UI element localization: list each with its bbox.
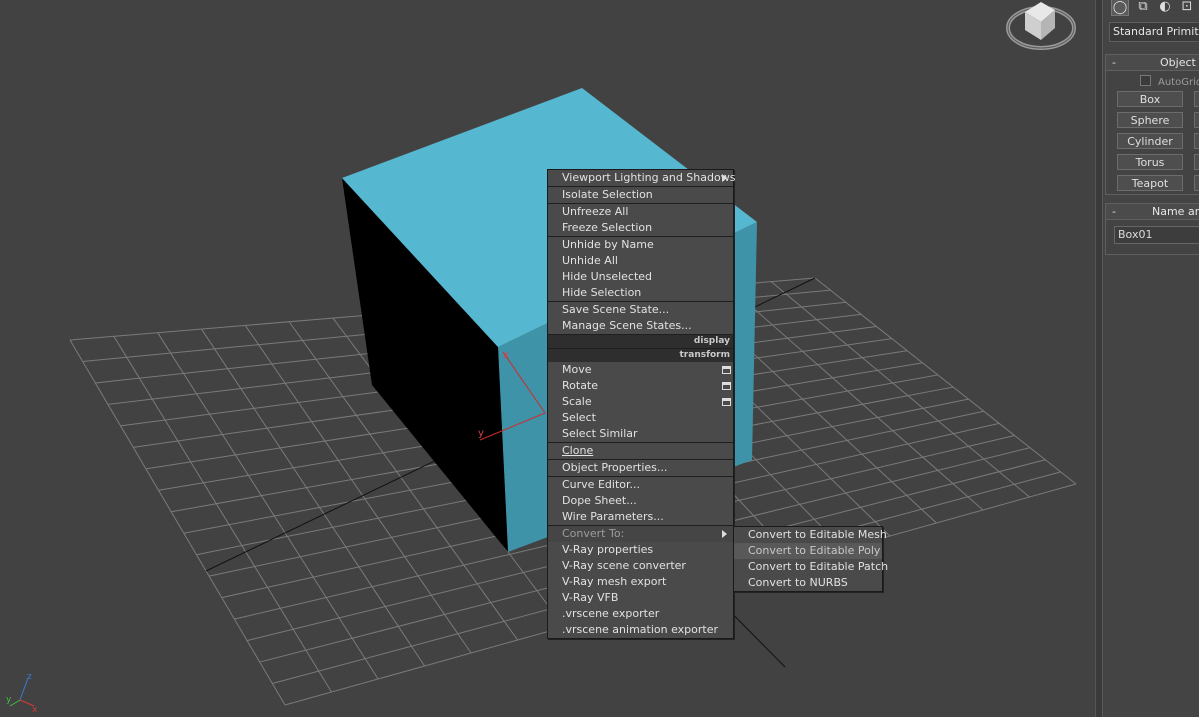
teapot-button[interactable]: Teapot <box>1117 175 1183 191</box>
tripod-z-label: z <box>27 672 32 682</box>
viewcube[interactable] <box>1005 0 1077 56</box>
tripod-y-label: y <box>6 695 12 705</box>
command-panel-tabs: ◯ ⧉ ◐ ⊡ <box>1111 0 1195 16</box>
menu-save-scene-state[interactable]: Save Scene State... <box>548 302 733 318</box>
lights-icon[interactable]: ◐ <box>1157 0 1173 14</box>
grid-line <box>69 339 286 706</box>
collapse-icon[interactable]: - <box>1112 55 1116 70</box>
sphere-button[interactable]: Sphere <box>1117 112 1183 128</box>
gizmo-y-label: y <box>478 428 484 439</box>
pyramid-button[interactable] <box>1194 154 1199 170</box>
axis-tripod: z y x <box>6 672 38 712</box>
quad-label-transform: transform <box>548 348 733 362</box>
submenu-arrow-icon <box>722 530 727 538</box>
options-box-icon[interactable] <box>722 398 731 406</box>
plane-button[interactable] <box>1194 175 1199 191</box>
menu-clone[interactable]: Clone <box>548 443 733 459</box>
object-type-rollout: - Object Type AutoGrid Box Sphere Cylind… <box>1105 54 1199 195</box>
grid-line <box>157 332 379 680</box>
object-type-header[interactable]: - Object Type <box>1106 55 1199 71</box>
cameras-icon[interactable]: ⊡ <box>1179 0 1195 14</box>
collapse-icon[interactable]: - <box>1112 204 1116 219</box>
menu-curve-editor[interactable]: Curve Editor... <box>548 477 733 493</box>
menu-convert-editable-patch[interactable]: Convert to Editable Patch <box>734 559 888 575</box>
perspective-viewport[interactable]: x y z y x Viewport Lighting and Shadows … <box>0 0 1096 717</box>
menu-wire-parameters[interactable]: Wire Parameters... <box>548 509 733 525</box>
convert-to-submenu: Convert to Editable Mesh Convert to Edit… <box>733 526 888 592</box>
quad-menu: Viewport Lighting and Shadows Isolate Se… <box>547 169 735 639</box>
gizmo-x-label: x <box>503 350 509 361</box>
category-dropdown[interactable]: Standard Primitives <box>1109 22 1199 42</box>
menu-vray-scene-converter[interactable]: V-Ray scene converter <box>548 558 733 574</box>
menu-select[interactable]: Select <box>548 410 733 426</box>
name-color-rollout: - Name and Color Box01 <box>1105 203 1199 255</box>
torus-button[interactable]: Torus <box>1117 154 1183 170</box>
menu-convert-nurbs[interactable]: Convert to NURBS <box>734 575 882 591</box>
menu-convert-to[interactable]: Convert To: <box>548 526 733 542</box>
box-button[interactable]: Box <box>1117 91 1183 107</box>
cylinder-button[interactable]: Cylinder <box>1117 133 1183 149</box>
cone-button[interactable] <box>1194 91 1199 107</box>
menu-dope-sheet[interactable]: Dope Sheet... <box>548 493 733 509</box>
menu-scale[interactable]: Scale <box>548 394 733 410</box>
menu-vray-properties[interactable]: V-Ray properties <box>548 542 733 558</box>
tube-button[interactable] <box>1194 133 1199 149</box>
tripod-x-label: x <box>32 705 38 712</box>
menu-unhide-all[interactable]: Unhide All <box>548 253 733 269</box>
menu-vray-vfb[interactable]: V-Ray VFB <box>548 590 733 606</box>
menu-rotate[interactable]: Rotate <box>548 378 733 394</box>
menu-hide-unselected[interactable]: Hide Unselected <box>548 269 733 285</box>
menu-unhide-by-name[interactable]: Unhide by Name <box>548 237 733 253</box>
object-name-input[interactable]: Box01 <box>1114 226 1199 244</box>
submenu-arrow-icon <box>722 174 727 182</box>
menu-select-similar[interactable]: Select Similar <box>548 426 733 442</box>
options-box-icon[interactable] <box>722 382 731 390</box>
menu-convert-editable-mesh[interactable]: Convert to Editable Mesh <box>734 527 887 543</box>
grid-line <box>727 284 984 511</box>
geometry-sphere-icon[interactable]: ◯ <box>1111 0 1129 16</box>
menu-freeze-selection[interactable]: Freeze Selection <box>548 220 733 236</box>
name-color-header[interactable]: - Name and Color <box>1106 204 1199 220</box>
menu-move[interactable]: Move <box>548 362 733 378</box>
autogrid-checkbox[interactable]: AutoGrid <box>1140 75 1199 88</box>
grid-line <box>814 277 1077 485</box>
menu-vray-mesh-export[interactable]: V-Ray mesh export <box>548 574 733 590</box>
menu-hide-selection[interactable]: Hide Selection <box>548 285 733 301</box>
menu-unfreeze-all[interactable]: Unfreeze All <box>548 204 733 220</box>
menu-convert-editable-poly[interactable]: Convert to Editable Poly <box>734 543 882 559</box>
command-panel: ◯ ⧉ ◐ ⊡ Standard Primitives - Object Typ… <box>1102 0 1199 717</box>
options-box-icon[interactable] <box>722 366 731 374</box>
geosphere-button[interactable] <box>1194 112 1199 128</box>
shapes-icon[interactable]: ⧉ <box>1135 0 1151 14</box>
menu-vrscene-exporter[interactable]: .vrscene exporter <box>548 606 733 622</box>
menu-manage-scene-states[interactable]: Manage Scene States... <box>548 318 733 334</box>
menu-isolate-selection[interactable]: Isolate Selection <box>548 187 733 203</box>
menu-vrscene-animation-exporter[interactable]: .vrscene animation exporter <box>548 622 733 638</box>
menu-viewport-lighting[interactable]: Viewport Lighting and Shadows <box>548 170 735 186</box>
grid-line <box>113 336 332 693</box>
menu-object-properties[interactable]: Object Properties... <box>548 460 733 476</box>
grid-line <box>770 281 1030 498</box>
quad-label-display: display <box>548 334 733 348</box>
